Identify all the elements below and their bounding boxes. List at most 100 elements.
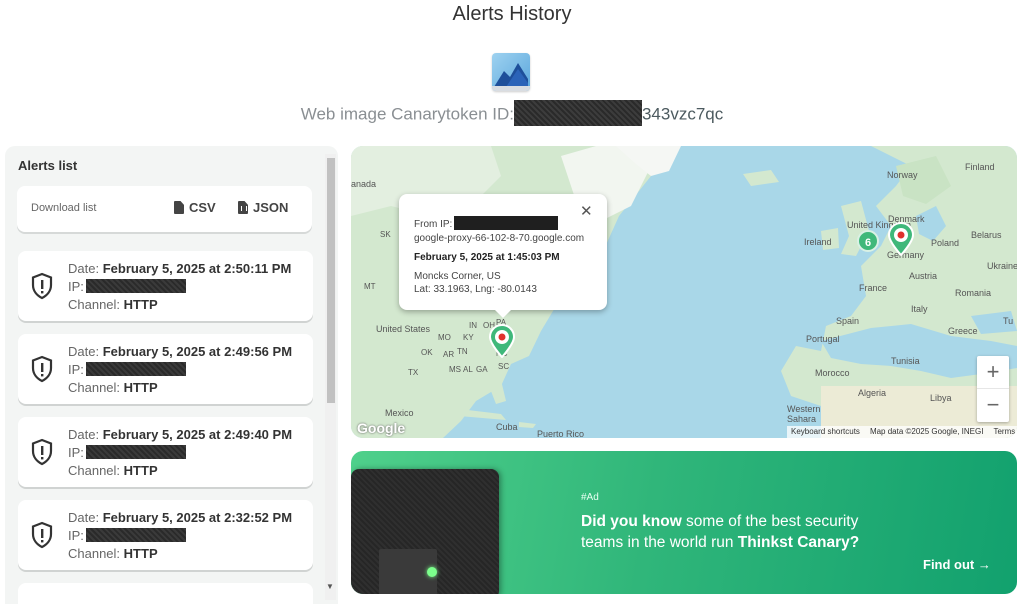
map-pin-icon[interactable] (886, 222, 916, 256)
map-label-ok: OK (421, 348, 433, 357)
terms-link[interactable]: Terms (993, 427, 1015, 437)
ad-headline: Did you know some of the best security t… (581, 513, 860, 551)
map-label-mexico: Mexico (385, 408, 414, 418)
csv-label: CSV (189, 200, 216, 215)
alert-shield-icon (31, 355, 53, 383)
keyboard-shortcuts-link[interactable]: Keyboard shortcuts (791, 427, 860, 437)
map-label-ukraine: Ukraine (987, 261, 1017, 271)
file-icon (174, 201, 184, 214)
map-label-romania: Romania (955, 288, 992, 298)
alert-date: Date: February 5, 2025 at 2:49:56 PM (68, 344, 293, 359)
alert-shield-icon (31, 272, 53, 300)
alert-channel: Channel: HTTP (68, 380, 158, 395)
download-json-button[interactable]: JSON (238, 200, 288, 215)
token-id-redacted (513, 100, 642, 126)
popup-location: Moncks Corner, US (414, 271, 501, 282)
ad-banner[interactable]: #Ad Did you know some of the best securi… (351, 451, 1017, 594)
map-attribution: Keyboard shortcuts Map data ©2025 Google… (787, 426, 1017, 438)
map-label-tunisia: Tunisia (891, 356, 920, 366)
google-logo[interactable]: Google (357, 420, 405, 436)
map-zoom-controls: + − (977, 356, 1009, 422)
alert-channel: Channel: HTTP (68, 463, 158, 478)
map-label-canada: anada (351, 179, 377, 189)
token-image-icon (492, 53, 530, 91)
map-label-libya: Libya (930, 393, 952, 403)
map-label-ireland: Ireland (804, 237, 832, 247)
map-label-turkey: Tu (1003, 316, 1014, 326)
token-id-suffix: 343vzc7qc (641, 104, 724, 124)
file-json-icon (238, 201, 248, 214)
ad-tag: #Ad (581, 492, 599, 503)
download-csv-button[interactable]: CSV (174, 200, 216, 215)
alert-date: Date: February 5, 2025 at 2:50:11 PM (68, 261, 292, 276)
map-label-italy: Italy (911, 304, 928, 314)
map-label-norway: Norway (887, 170, 918, 180)
map-label-mt: MT (364, 282, 376, 291)
alert-card[interactable]: Date: February 5, 2025 at 2:49:56 PM IP:… (18, 334, 313, 404)
token-id: Web image Canarytoken ID: 343vzc7qc (0, 100, 1024, 126)
canary-device-image (351, 469, 499, 594)
map-label-algeria: Algeria (858, 388, 887, 398)
page-title: Alerts History (452, 3, 572, 25)
close-icon[interactable]: ✕ (580, 202, 593, 220)
map-label-mo: MO (438, 333, 451, 342)
map-data-text: Map data ©2025 Google, INEGI (869, 427, 984, 436)
alerts-map[interactable]: anada SK MT ND United States OK TX MO AR… (351, 146, 1017, 438)
alerts-panel: Alerts list Download list CSV JSON Date:… (5, 146, 338, 604)
map-cluster-marker[interactable]: 6 (857, 230, 879, 252)
token-id-label: Web image Canarytoken ID: (300, 104, 514, 124)
alert-shield-icon (31, 438, 53, 466)
map-label-al: AL (463, 365, 473, 374)
alert-card[interactable]: Date: February 5, 2025 at 2:32:52 PM IP:… (18, 500, 313, 570)
find-out-link[interactable]: Find out → (923, 557, 991, 572)
map-label-in: IN (469, 321, 477, 330)
map-info-popup: ✕ From IP: google-proxy-66-102-8-70.goog… (399, 194, 607, 318)
popup-hostname: google-proxy-66-102-8-70.google.com (414, 233, 585, 244)
map-label-spain: Spain (836, 316, 860, 326)
download-list-box: Download list CSV JSON (17, 186, 312, 232)
map-label-sc: SC (498, 362, 510, 371)
alerts-list-title: Alerts list (18, 158, 78, 173)
map-label-sk: SK (380, 230, 391, 239)
download-list-label: Download list (31, 202, 97, 214)
alert-ip: IP: (68, 445, 186, 460)
json-label: JSON (253, 200, 289, 215)
map-label-tx: TX (408, 368, 419, 377)
map-label-western-sahara: Western Sahara (787, 404, 821, 424)
scroll-down-icon[interactable]: ▼ (326, 582, 334, 591)
alert-channel: Channel: HTTP (68, 297, 158, 312)
map-label-united-states: United States (376, 324, 431, 334)
map-label-ga: GA (476, 365, 488, 374)
map-label-morocco: Morocco (815, 368, 850, 378)
map-label-ar: AR (443, 350, 455, 359)
map-label-greece: Greece (948, 326, 978, 336)
map-pin-icon[interactable] (487, 324, 517, 358)
map-label-austria: Austria (909, 271, 938, 281)
alert-date: Date: February 5, 2025 at 2:49:40 PM (68, 427, 293, 442)
map-label-puerto-rico: Puerto Rico (537, 429, 585, 438)
map-label-ms: MS (449, 365, 461, 374)
popup-from-ip: From IP: (414, 216, 559, 230)
map-label-france: France (859, 283, 888, 293)
alert-card[interactable]: Date: February 5, 2025 at 2:50:11 PM IP:… (18, 251, 313, 321)
map-label-ky: KY (463, 333, 474, 342)
alert-card[interactable] (18, 583, 313, 604)
map-label-portugal: Portugal (806, 334, 840, 344)
popup-datetime: February 5, 2025 at 1:45:03 PM (414, 252, 560, 263)
map-label-cuba: Cuba (496, 422, 518, 432)
alert-ip: IP: (68, 528, 186, 543)
alert-ip: IP: (68, 362, 186, 377)
zoom-out-button[interactable]: − (977, 389, 1009, 422)
zoom-in-button[interactable]: + (977, 356, 1009, 389)
map-label-finland: Finland (965, 162, 995, 172)
map-label-belarus: Belarus (971, 230, 1002, 240)
map-label-poland: Poland (931, 238, 960, 248)
alerts-scrollbar[interactable]: ▼ (325, 154, 336, 600)
alert-ip: IP: (68, 279, 186, 294)
alert-shield-icon (31, 521, 53, 549)
scrollbar-thumb[interactable] (327, 158, 335, 403)
alert-channel: Channel: HTTP (68, 546, 158, 561)
alert-date: Date: February 5, 2025 at 2:32:52 PM (68, 510, 293, 525)
alert-card[interactable]: Date: February 5, 2025 at 2:49:40 PM IP:… (18, 417, 313, 487)
map-label-tn: TN (457, 347, 468, 356)
